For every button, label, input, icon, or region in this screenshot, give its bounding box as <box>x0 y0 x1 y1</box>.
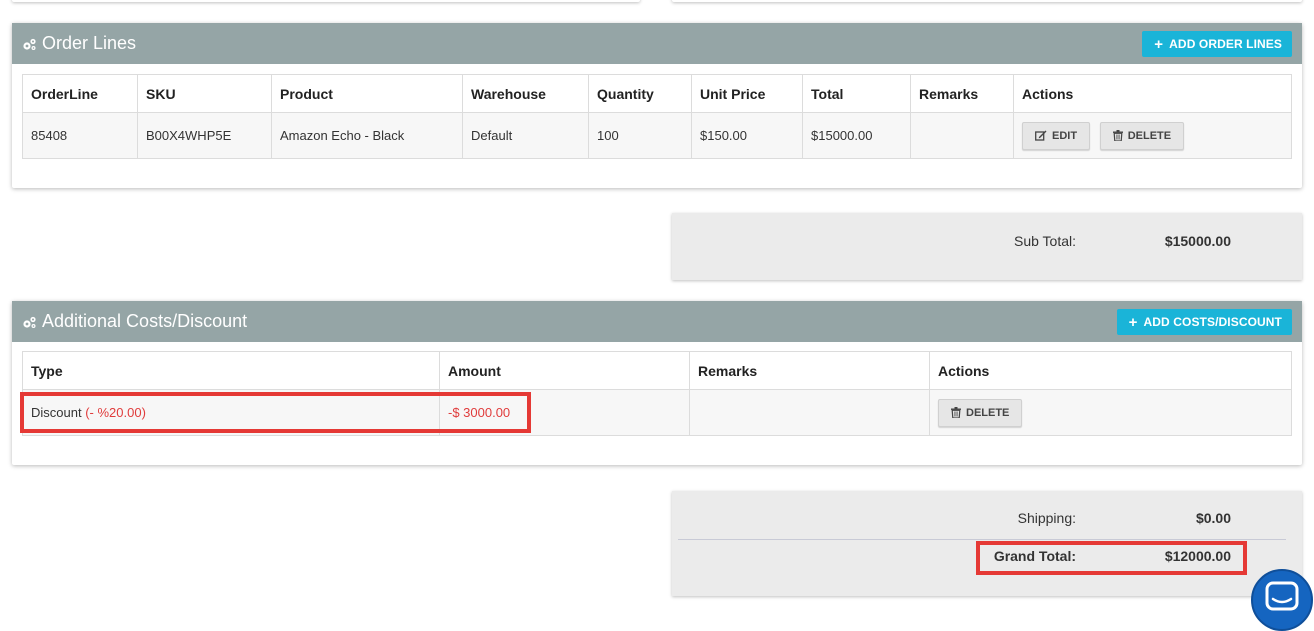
delete-button[interactable]: DELETE <box>938 398 1023 427</box>
type-cell: Discount (- %20.00) <box>22 389 440 436</box>
cogs-icon <box>23 316 36 328</box>
sku-cell: B00X4WHP5E <box>137 112 272 159</box>
add-costs-discount-label: ADD COSTS/DISCOUNT <box>1143 315 1282 329</box>
column-header-unit-price: Unit Price <box>691 74 803 113</box>
edit-icon <box>1035 130 1047 141</box>
additional-costs-panel: Additional Costs/Discount + ADD COSTS/DI… <box>12 301 1302 465</box>
column-header-remarks: Remarks <box>689 351 930 390</box>
order-lines-table: OrderLine SKU Product Warehouse Quantity… <box>22 74 1292 159</box>
shipping-row: Shipping: $0.00 <box>672 510 1302 530</box>
column-header-actions: Actions <box>929 351 1292 390</box>
divider <box>678 539 1286 540</box>
table-header-row: Type Amount Remarks Actions <box>22 351 1292 390</box>
cost-type: Discount <box>31 405 82 420</box>
add-order-lines-label: ADD ORDER LINES <box>1169 37 1282 51</box>
grand-total-value: $12000.00 <box>1164 548 1231 564</box>
subtotal-row: Sub Total: $15000.00 <box>672 233 1302 253</box>
previous-panel-edge <box>672 0 1302 2</box>
actions-cell: DELETE <box>929 389 1292 436</box>
previous-panel-edge <box>12 0 640 2</box>
add-order-lines-button[interactable]: + ADD ORDER LINES <box>1142 31 1292 57</box>
column-header-sku: SKU <box>137 74 272 113</box>
additional-costs-header: Additional Costs/Discount + ADD COSTS/DI… <box>12 301 1302 342</box>
table-header-row: OrderLine SKU Product Warehouse Quantity… <box>22 74 1292 113</box>
subtotal-value: $15000.00 <box>1164 233 1231 249</box>
column-header-product: Product <box>271 74 463 113</box>
table-row: 85408 B00X4WHP5E Amazon Echo - Black Def… <box>22 112 1292 159</box>
remarks-cell <box>910 112 1014 159</box>
shipping-value: $0.00 <box>1195 510 1231 526</box>
column-header-orderline: OrderLine <box>22 74 138 113</box>
edit-label: EDIT <box>1052 129 1078 142</box>
plus-icon: + <box>1154 35 1164 53</box>
trash-icon <box>1112 130 1123 141</box>
column-header-total: Total <box>802 74 911 113</box>
order-lines-header: Order Lines + ADD ORDER LINES <box>12 23 1302 64</box>
warehouse-cell: Default <box>462 112 589 159</box>
order-lines-title: Order Lines <box>42 33 137 53</box>
shipping-label: Shipping: <box>1017 510 1076 526</box>
costs-table: Type Amount Remarks Actions Discount (- … <box>22 351 1292 436</box>
delete-button[interactable]: DELETE <box>1099 121 1185 150</box>
column-header-warehouse: Warehouse <box>462 74 589 113</box>
amount-cell: -$ 3000.00 <box>439 389 690 436</box>
edit-button[interactable]: EDIT <box>1022 121 1091 150</box>
additional-costs-title: Additional Costs/Discount <box>42 311 248 331</box>
quantity-cell: 100 <box>588 112 692 159</box>
grand-total-label: Grand Total: <box>993 548 1076 564</box>
delete-label: DELETE <box>1127 129 1172 142</box>
column-header-type: Type <box>22 351 440 390</box>
grand-total-row: Grand Total: $12000.00 <box>672 548 1302 568</box>
remarks-cell <box>689 389 930 436</box>
trash-icon <box>951 407 961 418</box>
orderline-cell: 85408 <box>22 112 138 159</box>
delete-label: DELETE <box>966 406 1010 419</box>
column-header-remarks: Remarks <box>910 74 1014 113</box>
chat-icon <box>1265 581 1299 611</box>
subtotal-box: Sub Total: $15000.00 <box>672 213 1302 280</box>
column-header-amount: Amount <box>439 351 690 390</box>
actions-cell: EDIT DELETE <box>1013 112 1292 159</box>
cost-type-detail: (- %20.00) <box>85 405 146 420</box>
product-cell: Amazon Echo - Black <box>271 112 463 159</box>
chat-launcher-button[interactable] <box>1251 569 1313 631</box>
plus-icon: + <box>1128 313 1138 331</box>
unit-price-cell: $150.00 <box>691 112 803 159</box>
order-lines-panel: Order Lines + ADD ORDER LINES OrderLine … <box>12 23 1302 188</box>
grand-total-box: Shipping: $0.00 Grand Total: $12000.00 <box>672 491 1302 596</box>
table-row: Discount (- %20.00) -$ 3000.00 DELETE <box>22 389 1292 436</box>
cogs-icon <box>23 38 36 50</box>
total-cell: $15000.00 <box>802 112 911 159</box>
subtotal-label: Sub Total: <box>1013 233 1076 249</box>
add-costs-discount-button[interactable]: + ADD COSTS/DISCOUNT <box>1116 309 1292 335</box>
column-header-actions: Actions <box>1013 74 1292 113</box>
column-header-quantity: Quantity <box>588 74 692 113</box>
